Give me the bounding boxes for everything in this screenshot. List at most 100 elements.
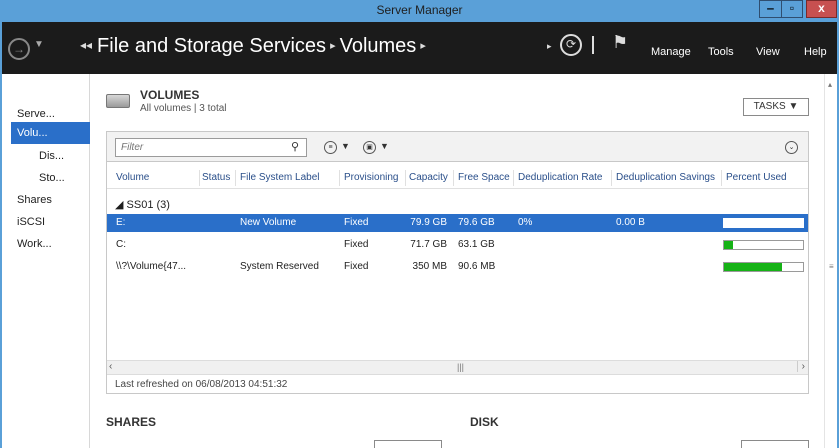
last-refreshed-text: Last refreshed on 06/08/2013 04:51:32	[107, 374, 808, 393]
percent-used-fill	[724, 241, 734, 249]
table-row[interactable]: \\?\Volume{47... System Reserved Fixed 3…	[107, 258, 808, 276]
cell-capacity: 350 MB	[412, 261, 447, 272]
cell-free-space: 90.6 MB	[458, 261, 496, 272]
column-header-dedup-savings[interactable]: Deduplication Savings	[616, 172, 715, 183]
scroll-grip-icon[interactable]: |||	[457, 362, 464, 372]
divider	[592, 36, 594, 54]
main-vertical-scrollbar[interactable]: ▴ ≡	[824, 74, 837, 448]
navigate-circle-icon[interactable]: →	[8, 38, 30, 60]
column-separator[interactable]	[721, 170, 722, 186]
sidebar-item-shares[interactable]: Shares	[11, 189, 90, 211]
cell-provisioning: Fixed	[344, 217, 369, 228]
sidebar-item-work-folders[interactable]: Work...	[11, 233, 90, 255]
save-query-icon[interactable]: ▣	[363, 141, 376, 154]
scroll-left-icon[interactable]: ‹	[109, 361, 112, 372]
shares-subtitle	[106, 431, 166, 437]
table-horizontal-scrollbar[interactable]: ‹ ||| ›	[107, 360, 808, 374]
column-header-volume[interactable]: Volume	[116, 172, 149, 183]
search-icon[interactable]: ⚲	[291, 140, 299, 153]
manage-menu[interactable]: Manage	[651, 46, 691, 58]
header-bar: → ▼ ◂◂ File and Storage Services ▸ Volumes ▸…	[2, 22, 837, 74]
collapse-icon[interactable]: ◢	[115, 199, 123, 211]
cell-provisioning: Fixed	[344, 239, 369, 250]
help-menu[interactable]: Help	[804, 46, 827, 58]
cell-dedup-rate: 0%	[518, 217, 533, 228]
refresh-icon[interactable]: ⟳	[560, 34, 582, 56]
breadcrumb-file-and-storage[interactable]: File and Storage Services	[97, 35, 326, 57]
chevron-left-icon[interactable]: ▸	[547, 41, 552, 52]
sidebar-item-iscsi[interactable]: iSCSI	[11, 211, 90, 233]
cell-free-space: 79.6 GB	[458, 217, 495, 228]
percent-used-fill	[724, 263, 783, 271]
breadcrumb: ◂◂ File and Storage Services ▸ Volumes ▸	[80, 35, 430, 58]
sidebar-item-disks[interactable]: Dis...	[11, 145, 90, 167]
chevron-down-icon[interactable]: ▼	[341, 141, 350, 151]
table-row[interactable]: C: Fixed 71.7 GB 63.1 GB	[107, 236, 808, 254]
shares-title: SHARES	[106, 415, 157, 429]
close-button[interactable]: x	[806, 0, 837, 18]
chevron-down-icon[interactable]: ▼	[380, 141, 389, 151]
volumes-title: VOLUMES	[140, 88, 200, 102]
server-group-label: SS01 (3)	[126, 199, 170, 211]
percent-used-bar	[723, 218, 804, 228]
column-header-free-space[interactable]: Free Space	[458, 172, 510, 183]
cell-capacity: 71.7 GB	[410, 239, 447, 250]
column-separator[interactable]	[453, 170, 454, 186]
breadcrumb-separator-icon[interactable]: ▸	[420, 40, 426, 52]
cell-volume: \\?\Volume{47...	[116, 261, 187, 272]
list-view-icon[interactable]: ≡	[324, 141, 337, 154]
cell-provisioning: Fixed	[344, 261, 369, 272]
cell-capacity: 79.9 GB	[410, 217, 447, 228]
percent-used-bar	[723, 240, 804, 250]
sidebar-item-storage-pools[interactable]: Sto...	[11, 167, 90, 189]
percent-used-bar	[723, 262, 804, 272]
shares-tasks-button[interactable]	[374, 440, 442, 448]
sidebar-item-volumes[interactable]: Volu...	[11, 122, 90, 144]
cell-volume: C:	[116, 239, 126, 250]
column-separator[interactable]	[339, 170, 340, 186]
breadcrumb-back-icon[interactable]: ◂◂	[80, 38, 92, 52]
column-header-file-system-label[interactable]: File System Label	[240, 172, 319, 183]
cell-label: System Reserved	[240, 261, 319, 272]
disk-tasks-button[interactable]	[741, 440, 809, 448]
volumes-subtitle: All volumes | 3 total	[140, 103, 227, 114]
scroll-grip-icon[interactable]: ≡	[829, 262, 834, 271]
scroll-up-icon[interactable]: ▴	[828, 80, 832, 89]
tools-menu[interactable]: Tools	[708, 46, 734, 58]
scroll-right-icon[interactable]: ›	[796, 361, 805, 372]
tasks-label: TASKS	[753, 101, 786, 112]
title-bar: Server Manager ‒ ▫ x	[2, 0, 837, 22]
column-header-dedup-rate[interactable]: Deduplication Rate	[518, 172, 603, 183]
column-separator[interactable]	[513, 170, 514, 186]
chevron-down-icon[interactable]: ▼	[34, 39, 44, 50]
breadcrumb-separator-icon: ▸	[330, 40, 336, 52]
column-separator[interactable]	[235, 170, 236, 186]
column-header-status[interactable]: Status	[202, 172, 230, 183]
server-manager-window: Server Manager ‒ ▫ x → ▼ ◂◂ File and Stor…	[0, 0, 839, 448]
filter-input[interactable]	[115, 138, 307, 157]
flag-icon[interactable]: ⚑	[612, 32, 628, 53]
column-header-provisioning[interactable]: Provisioning	[344, 172, 398, 183]
header-divider	[107, 188, 808, 189]
cell-dedup-savings: 0.00 B	[616, 217, 645, 228]
breadcrumb-volumes[interactable]: Volumes	[340, 35, 417, 57]
cell-label: New Volume	[240, 217, 297, 228]
column-separator[interactable]	[199, 170, 200, 186]
column-header-capacity[interactable]: Capacity	[409, 172, 448, 183]
left-navigation: Serve... Volu... Dis... Sto... Shares iS…	[11, 74, 90, 448]
column-separator[interactable]	[405, 170, 406, 186]
cell-free-space: 63.1 GB	[458, 239, 495, 250]
maximize-button[interactable]: ▫	[781, 0, 803, 18]
column-header-percent-used[interactable]: Percent Used	[726, 172, 787, 183]
window-title: Server Manager	[376, 3, 463, 17]
table-row[interactable]: E: New Volume Fixed 79.9 GB 79.6 GB 0% 0…	[107, 214, 808, 232]
server-group[interactable]: ◢ SS01 (3)	[115, 198, 170, 211]
volumes-tile-icon	[106, 94, 130, 108]
filter-bar: ⚲ ≡ ▼ ▣ ▼ ⌄	[106, 131, 809, 162]
column-separator[interactable]	[611, 170, 612, 186]
expand-icon[interactable]: ⌄	[785, 141, 798, 154]
chevron-down-icon: ▼	[788, 101, 799, 112]
volumes-tasks-button[interactable]: TASKS ▼	[743, 98, 809, 116]
minimize-button[interactable]: ‒	[759, 0, 781, 18]
view-menu[interactable]: View	[756, 46, 780, 58]
